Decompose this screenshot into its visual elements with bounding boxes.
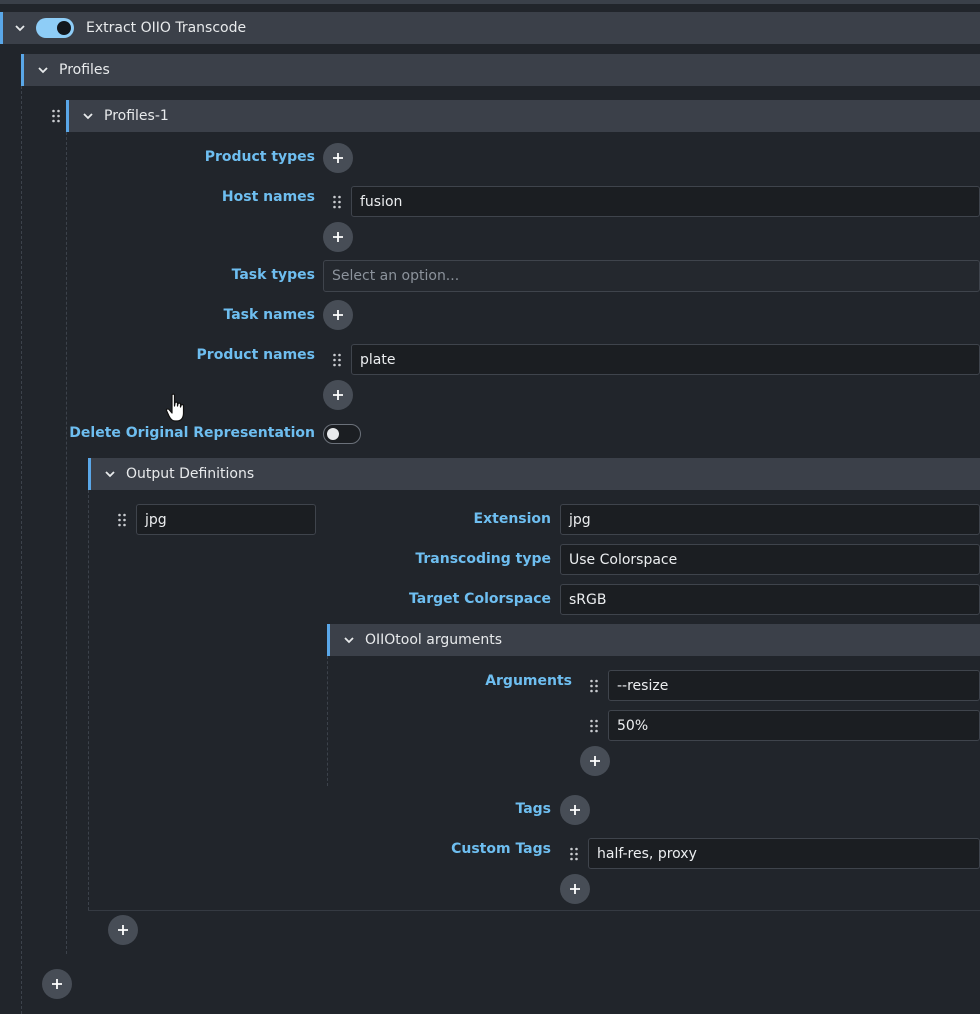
extension-label: Extension bbox=[473, 511, 551, 527]
tree-line-output bbox=[88, 490, 89, 910]
plus-icon bbox=[333, 232, 343, 242]
output-key-input[interactable]: jpg bbox=[136, 504, 316, 535]
profiles-title: Profiles bbox=[59, 62, 110, 78]
output-definitions-divider bbox=[88, 910, 980, 911]
product-types-label: Product types bbox=[204, 149, 315, 165]
product-name-input[interactable]: plate bbox=[351, 344, 980, 375]
delete-original-label: Delete Original Representation bbox=[69, 425, 315, 441]
task-names-add-button[interactable] bbox=[323, 300, 353, 330]
target-colorspace-input[interactable]: sRGB bbox=[560, 584, 980, 615]
plus-icon bbox=[570, 805, 580, 815]
profiles-header[interactable]: Profiles bbox=[21, 54, 980, 86]
chevron-down-icon[interactable] bbox=[14, 22, 26, 34]
arguments-label: Arguments bbox=[485, 673, 572, 689]
delete-original-toggle[interactable] bbox=[323, 424, 361, 444]
plus-icon bbox=[333, 390, 343, 400]
host-name-input[interactable]: fusion bbox=[351, 186, 980, 217]
top-scroll-edge bbox=[0, 0, 980, 4]
host-names-label: Host names bbox=[221, 189, 315, 205]
chevron-down-icon[interactable] bbox=[104, 468, 116, 480]
drag-handle-icon[interactable] bbox=[587, 678, 601, 694]
plugin-enabled-toggle[interactable] bbox=[36, 18, 74, 38]
task-types-select[interactable]: Select an option... bbox=[323, 260, 980, 292]
chevron-down-icon[interactable] bbox=[343, 634, 355, 646]
product-names-label: Product names bbox=[196, 347, 315, 363]
drag-handle-icon[interactable] bbox=[49, 108, 63, 124]
drag-handle-icon[interactable] bbox=[115, 512, 129, 528]
output-definitions-add-button[interactable] bbox=[108, 915, 138, 945]
hand-cursor-icon bbox=[165, 393, 187, 427]
drag-handle-icon[interactable] bbox=[567, 846, 581, 862]
output-definitions-title: Output Definitions bbox=[126, 466, 255, 482]
drag-handle-icon[interactable] bbox=[587, 718, 601, 734]
extension-input[interactable]: jpg bbox=[560, 504, 980, 535]
tree-line-profiles bbox=[66, 132, 67, 954]
plugin-header[interactable]: Extract OIIO Transcode bbox=[0, 12, 980, 44]
argument-input-1[interactable]: --resize bbox=[608, 670, 980, 701]
profiles-add-button[interactable] bbox=[42, 969, 72, 999]
transcoding-type-select[interactable]: Use Colorspace bbox=[560, 544, 980, 575]
task-names-label: Task names bbox=[223, 307, 315, 323]
target-colorspace-label: Target Colorspace bbox=[409, 591, 551, 607]
plugin-title: Extract OIIO Transcode bbox=[86, 20, 247, 36]
oiiotool-arguments-header[interactable]: OIIOtool arguments bbox=[327, 624, 980, 656]
plus-icon bbox=[52, 979, 62, 989]
drag-handle-icon[interactable] bbox=[330, 352, 344, 368]
oiiotool-arguments-title: OIIOtool arguments bbox=[365, 632, 503, 648]
product-types-add-button[interactable] bbox=[323, 143, 353, 173]
plus-icon bbox=[118, 925, 128, 935]
tree-line-oiio bbox=[327, 656, 328, 786]
tree-line-plugin bbox=[21, 86, 22, 1014]
plus-icon bbox=[333, 153, 343, 163]
plus-icon bbox=[333, 310, 343, 320]
custom-tags-input[interactable]: half-res, proxy bbox=[588, 838, 980, 869]
chevron-down-icon[interactable] bbox=[37, 64, 49, 76]
tags-label: Tags bbox=[515, 801, 551, 817]
arguments-add-button[interactable] bbox=[580, 746, 610, 776]
output-definitions-header[interactable]: Output Definitions bbox=[88, 458, 980, 490]
plus-icon bbox=[570, 884, 580, 894]
drag-handle-icon[interactable] bbox=[330, 194, 344, 210]
profiles-item-header[interactable]: Profiles-1 bbox=[66, 100, 980, 132]
host-names-add-button[interactable] bbox=[323, 222, 353, 252]
plus-icon bbox=[590, 756, 600, 766]
profiles-item-title: Profiles-1 bbox=[104, 108, 169, 124]
transcoding-type-label: Transcoding type bbox=[415, 551, 551, 567]
product-names-add-button[interactable] bbox=[323, 380, 353, 410]
custom-tags-label: Custom Tags bbox=[451, 841, 551, 857]
chevron-down-icon[interactable] bbox=[82, 110, 94, 122]
task-types-label: Task types bbox=[231, 267, 315, 283]
custom-tags-add-button[interactable] bbox=[560, 874, 590, 904]
tags-add-button[interactable] bbox=[560, 795, 590, 825]
argument-input-2[interactable]: 50% bbox=[608, 710, 980, 741]
